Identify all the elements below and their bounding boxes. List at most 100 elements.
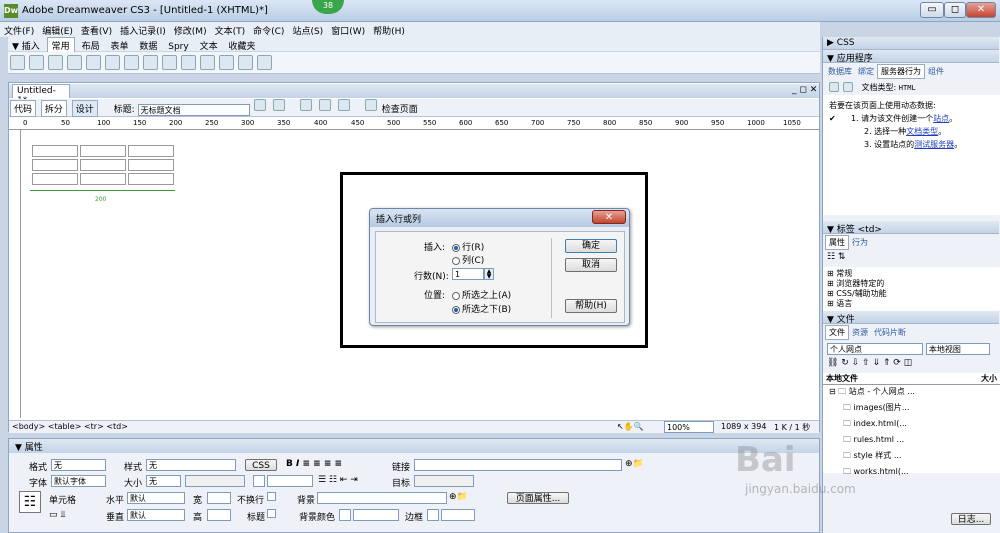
header-checkbox[interactable] [267, 509, 276, 518]
table-icon[interactable] [67, 55, 82, 70]
table-cell[interactable] [80, 173, 126, 185]
horizontal-select[interactable]: 默认 [127, 492, 185, 504]
view-options-icon[interactable] [319, 99, 332, 111]
page-properties-button[interactable]: 页面属性... [507, 492, 569, 504]
tab-data[interactable]: 数据 [135, 38, 161, 53]
css-panel-header[interactable]: ▶ CSS [823, 37, 999, 50]
group-general[interactable]: ⊞ 常规 [827, 269, 996, 279]
server-include-icon[interactable] [162, 55, 177, 70]
cancel-button[interactable]: 取消 [565, 258, 617, 272]
split-view-button[interactable]: 拆分 [40, 100, 67, 117]
bg-folder-icon[interactable]: ⊕📁 [449, 492, 468, 502]
count-stepper[interactable]: ▲ ▼ [484, 268, 494, 280]
tab-common[interactable]: 常用 [46, 37, 75, 53]
tree-item[interactable]: 🗀 rules.html ... [823, 433, 1000, 449]
size-select[interactable]: 无 [146, 475, 181, 487]
add-icon[interactable] [829, 82, 839, 92]
table-cell[interactable] [128, 159, 174, 171]
code-view-button[interactable]: 代码 [10, 100, 37, 117]
table-cell[interactable] [80, 159, 126, 171]
tab-files[interactable]: 文件 [825, 325, 849, 340]
nowrap-checkbox[interactable] [267, 492, 276, 501]
doc-type-link[interactable]: 文档类型 [906, 127, 938, 136]
tab-favorites[interactable]: 收藏夹 [224, 38, 259, 53]
zoom-select[interactable]: 100% [664, 421, 714, 433]
test-server-link[interactable]: 测试服务器 [914, 140, 954, 149]
date-icon[interactable] [143, 55, 158, 70]
text-color-input[interactable] [267, 475, 313, 487]
head-icon[interactable] [200, 55, 215, 70]
vertical-select[interactable]: 默认 [127, 509, 185, 521]
div-icon[interactable] [86, 55, 101, 70]
tab-snippets[interactable]: 代码片断 [871, 326, 909, 339]
minimize-button[interactable]: ▭ [920, 2, 944, 18]
check-page-button[interactable]: 检查页面 [382, 105, 418, 115]
radio-row[interactable]: 行(R) [452, 240, 484, 253]
document-tab[interactable]: Untitled-1* [12, 84, 70, 106]
background-input[interactable] [317, 492, 447, 504]
maximize-button[interactable]: ◻ [944, 2, 966, 18]
tab-behaviors[interactable]: 行为 [849, 236, 871, 249]
window-size[interactable]: 1089 x 394 [721, 422, 766, 431]
table-cell[interactable] [80, 145, 126, 157]
height-input[interactable] [207, 509, 231, 521]
script-icon[interactable] [219, 55, 234, 70]
link-input[interactable] [414, 459, 622, 471]
insert-bar-label[interactable]: ▼ 插入 [8, 38, 44, 53]
design-table[interactable] [30, 143, 176, 187]
app-panel-header[interactable]: ▼ 应用程序 [823, 50, 999, 64]
remove-icon[interactable] [843, 82, 853, 92]
css-button[interactable]: CSS [245, 459, 277, 471]
tab-text[interactable]: 文本 [196, 38, 222, 53]
table-cell[interactable] [128, 173, 174, 185]
template-icon[interactable] [238, 55, 253, 70]
bgcolor-swatch[interactable] [339, 509, 351, 521]
visual-aids-icon[interactable] [337, 99, 350, 111]
tree-item[interactable]: 🗀 index.html(... [823, 417, 1000, 433]
bold-icon[interactable]: B I ≡ ≡ ≡ ≡ [286, 459, 342, 469]
files-toolbar-icons[interactable]: ⛓ ↻ ⇩ ⇧ ⇓ ⇑ ⟳ ◫ [823, 357, 1000, 373]
border-input[interactable] [441, 509, 475, 521]
email-link-icon[interactable] [29, 55, 44, 70]
ok-button[interactable]: 确定 [565, 239, 617, 253]
close-button[interactable]: ✕ [966, 2, 996, 18]
validate-markup-icon[interactable] [364, 99, 377, 111]
table-cell[interactable] [32, 159, 78, 171]
tab-assets[interactable]: 资源 [849, 326, 871, 339]
radio-column[interactable]: 列(C) [452, 253, 484, 266]
file-management-icon[interactable] [254, 99, 267, 111]
width-input[interactable] [207, 492, 231, 504]
dialog-close-icon[interactable]: ✕ [592, 210, 626, 224]
tree-item[interactable]: 🗀 works.html(... [823, 465, 1000, 481]
site-select[interactable]: 个人网点 [827, 343, 923, 355]
table-cell[interactable] [32, 145, 78, 157]
table-cell[interactable] [128, 145, 174, 157]
tab-databases[interactable]: 数据库 [825, 65, 855, 78]
font-select[interactable]: 默认字体 [51, 475, 106, 487]
preview-browser-icon[interactable] [273, 99, 286, 111]
bgcolor-input[interactable] [353, 509, 399, 521]
tag-selector[interactable]: <body> <table> <tr> <td> [12, 422, 128, 431]
media-icon[interactable] [124, 55, 139, 70]
tab-components[interactable]: 组件 [925, 65, 947, 78]
radio-above[interactable]: 所选之上(A) [452, 288, 511, 301]
tree-site-root[interactable]: ⊟ 🗀 站点 - 个人网点 ... [823, 385, 1000, 401]
folder-icon[interactable]: ⊕📁 [625, 459, 644, 469]
named-anchor-icon[interactable] [48, 55, 63, 70]
tag-panel-header[interactable]: ▼ 标签 <td> [823, 221, 999, 235]
tree-item[interactable]: 🗀 images(图片... [823, 401, 1000, 417]
row-count-input[interactable]: 1 [452, 268, 484, 280]
properties-header[interactable]: ▼ 属性 [9, 439, 819, 453]
tab-bindings[interactable]: 绑定 [855, 65, 877, 78]
hyperlink-icon[interactable] [10, 55, 25, 70]
table-cell[interactable] [32, 173, 78, 185]
log-button[interactable]: 日志... [951, 513, 991, 525]
document-window-controls[interactable]: _ ◻ ✕ [792, 85, 817, 95]
comment-icon[interactable] [181, 55, 196, 70]
text-color-swatch[interactable] [253, 475, 265, 487]
tab-server-behaviors[interactable]: 服务器行为 [877, 64, 925, 79]
site-link[interactable]: 站点 [933, 114, 949, 123]
merge-split-icons[interactable]: ▭ ⫫ [49, 510, 65, 520]
group-css[interactable]: ⊞ CSS/辅助功能 [827, 289, 996, 299]
tag-view-icons[interactable]: ☷ ⇅ [823, 251, 1000, 267]
